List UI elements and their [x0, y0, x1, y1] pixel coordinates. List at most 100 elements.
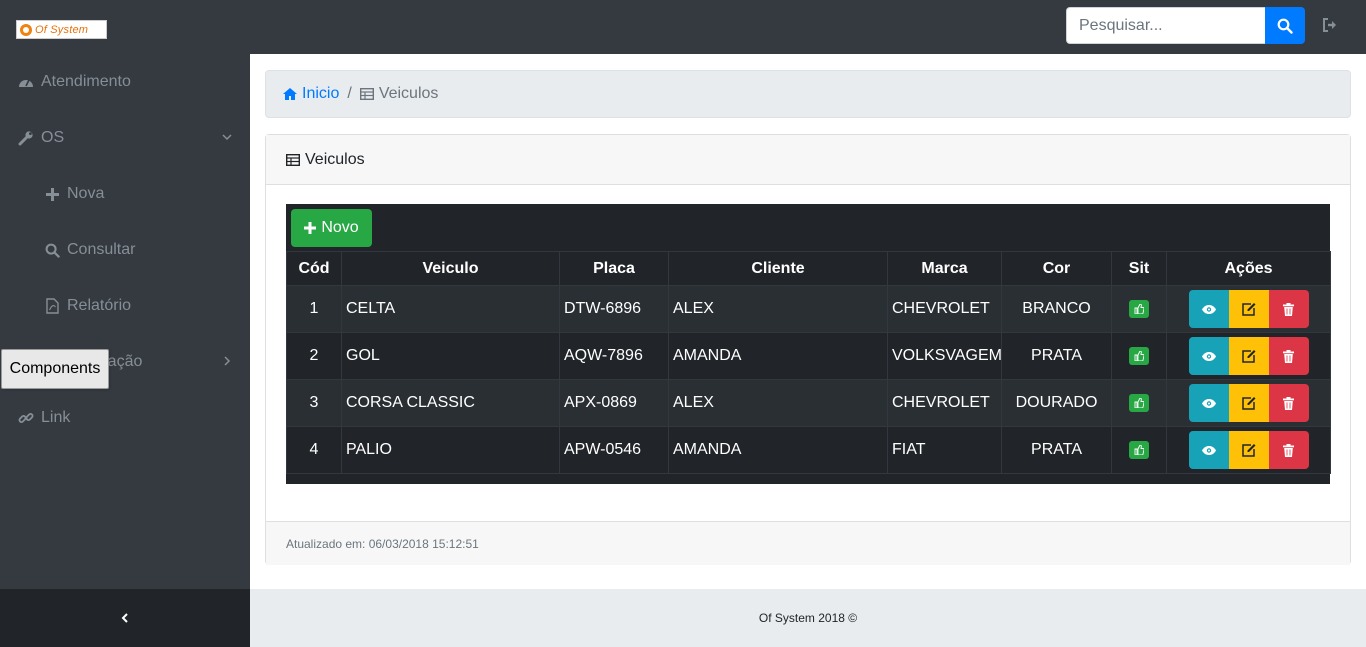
edit-button[interactable] [1228, 290, 1269, 328]
chevron-right-icon [224, 356, 231, 366]
new-vehicle-button[interactable]: Novo [291, 209, 372, 247]
column-header[interactable]: Marca [887, 251, 1002, 286]
table-icon [359, 88, 374, 100]
status-cell [1111, 285, 1167, 333]
table-cell: CHEVROLET [887, 285, 1002, 333]
table-cell: CORSA CLASSIC [341, 379, 560, 427]
search-icon [1277, 18, 1293, 34]
table-cell: 1 [286, 285, 342, 333]
search-input[interactable] [1066, 7, 1265, 44]
view-button[interactable] [1188, 384, 1229, 422]
delete-button[interactable] [1268, 337, 1309, 375]
table-cell: CELTA [341, 285, 560, 333]
table-cell: VOLKSVAGEM [887, 332, 1002, 380]
table-cell: CHEVROLET [887, 379, 1002, 427]
page-footer: Of System 2018 © [250, 589, 1366, 647]
status-active-button[interactable] [1129, 440, 1149, 459]
delete-button[interactable] [1268, 384, 1309, 422]
view-button[interactable] [1188, 337, 1229, 375]
wrench-icon [18, 130, 34, 146]
edit-button[interactable] [1228, 337, 1269, 375]
edit-icon [1242, 350, 1256, 363]
eye-icon [1201, 304, 1216, 314]
column-header[interactable]: Veiculo [341, 251, 560, 286]
table-cell: GOL [341, 332, 560, 380]
eye-icon [1201, 445, 1216, 455]
status-active-button[interactable] [1129, 299, 1149, 318]
thumbs-up-icon [1134, 397, 1144, 408]
sidebar-item-atendimento[interactable]: Atendimento [0, 54, 250, 110]
table-cell: APW-0546 [559, 426, 669, 474]
plus-icon [304, 222, 317, 234]
updated-timestamp: Atualizado em: 06/03/2018 15:12:51 [286, 536, 479, 551]
column-header[interactable]: Cliente [668, 251, 888, 286]
status-active-button[interactable] [1129, 346, 1149, 365]
breadcrumb-current-label: Veiculos [378, 85, 439, 102]
plus-icon [44, 186, 60, 202]
view-button[interactable] [1188, 290, 1229, 328]
table-cell: PALIO [341, 426, 560, 474]
sidebar-item-label: Atendimento [41, 73, 131, 90]
column-header[interactable]: Cód [286, 251, 342, 286]
table-cell: AMANDA [668, 426, 888, 474]
table-cell: 2 [286, 332, 342, 380]
breadcrumb-home-label: Inicio [302, 85, 340, 102]
file-pdf-icon [44, 298, 60, 314]
column-header[interactable]: Placa [559, 251, 669, 286]
breadcrumb: Inicio / Veiculos [265, 70, 1351, 118]
edit-icon [1242, 303, 1256, 316]
actions-cell [1166, 426, 1331, 474]
delete-button[interactable] [1268, 290, 1309, 328]
search-button[interactable] [1265, 7, 1305, 44]
sidebar-item-consultar[interactable]: Consultar [0, 222, 250, 278]
sidebar-item-nova[interactable]: Nova [0, 166, 250, 222]
logout-button[interactable] [1322, 18, 1340, 34]
status-cell [1111, 379, 1167, 427]
search-icon [44, 242, 60, 258]
status-active-button[interactable] [1129, 393, 1149, 412]
chevron-left-icon [121, 613, 128, 623]
sidebar-item-label: Relatório [67, 297, 132, 314]
breadcrumb-home-link[interactable]: Inicio [282, 85, 339, 103]
actions-cell [1166, 285, 1331, 333]
chevron-down-icon [222, 134, 232, 141]
table-cell: DOURADO [1001, 379, 1112, 427]
actions-cell [1166, 379, 1331, 427]
trash-icon [1283, 443, 1294, 457]
thumbs-up-icon [1134, 444, 1144, 455]
edit-button[interactable] [1228, 431, 1269, 469]
brand-logo[interactable]: Of System [16, 20, 107, 39]
sidebar-item-os[interactable]: OS [0, 110, 250, 166]
table-cell: AQW-7896 [559, 332, 669, 380]
table-cell: 4 [286, 426, 342, 474]
table-row: 3 CORSA CLASSIC APX-0869 ALEX CHEVROLET DOURA… [286, 379, 1331, 427]
logo-mark-icon [20, 23, 32, 36]
column-header[interactable]: Cor [1001, 251, 1112, 286]
edit-icon [1242, 397, 1256, 410]
edit-button[interactable] [1228, 384, 1269, 422]
table-header-row: Cód Veiculo Placa Cliente Marca Cor Sit … [286, 251, 1331, 286]
sidebar-collapse-button[interactable] [0, 589, 250, 647]
trash-icon [1283, 349, 1294, 363]
table-cell: PRATA [1001, 332, 1112, 380]
card-header: Veiculos [266, 135, 1350, 185]
logo-text: Of System [35, 23, 89, 36]
table-cell: BRANCO [1001, 285, 1112, 333]
card-footer: Atualizado em: 06/03/2018 15:12:51 [266, 521, 1350, 565]
new-button-label: Novo [321, 219, 359, 236]
trash-icon [1283, 302, 1294, 316]
table-icon [286, 153, 300, 166]
table-cell: AMANDA [668, 332, 888, 380]
status-cell [1111, 426, 1167, 474]
column-header[interactable]: Sit [1111, 251, 1167, 286]
view-button[interactable] [1188, 431, 1229, 469]
table-cell: ALEX [668, 379, 888, 427]
sidebar-item-label: OS [41, 129, 65, 146]
table-cell: ALEX [668, 285, 888, 333]
table-row: 2 GOL AQW-7896 AMANDA VOLKSVAGEM PRATA [286, 332, 1331, 380]
edit-icon [1242, 444, 1256, 457]
sidebar-item-link[interactable]: Link [0, 390, 250, 446]
delete-button[interactable] [1268, 431, 1309, 469]
eye-icon [1201, 398, 1216, 408]
sidebar-item-relatorio[interactable]: Relatório [0, 278, 250, 334]
